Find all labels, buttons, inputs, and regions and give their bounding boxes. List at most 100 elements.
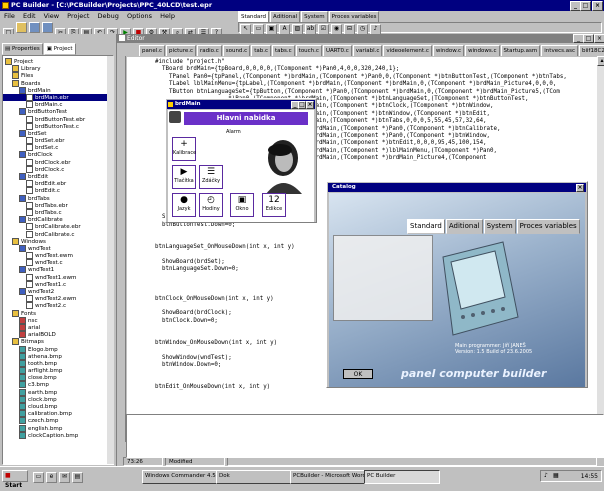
tree-node-form[interactable]: brdButtonTest	[3, 108, 113, 116]
tree-node-bitmap[interactable]: arflight.bmp	[3, 367, 113, 375]
catalog-ok-button[interactable]: OK	[343, 369, 373, 379]
tree-node-bitmap[interactable]: close.bmp	[3, 374, 113, 382]
tree-node-folder[interactable]: Bitmaps	[3, 338, 113, 346]
tree-node-form[interactable]: brdEdit	[3, 173, 113, 180]
menu-view[interactable]: View	[44, 12, 59, 20]
brdmain-close-button[interactable]: ×	[306, 101, 314, 109]
menu-options[interactable]: Options	[127, 12, 152, 20]
maximize-button[interactable]: □	[580, 1, 591, 11]
file-tab[interactable]: intvecs.asc	[541, 45, 578, 56]
tree-node-folder[interactable]: Library	[3, 65, 113, 73]
catalog-tab-proces-variables[interactable]: Proces variables	[516, 219, 580, 234]
menu-file[interactable]: File	[4, 12, 15, 20]
task-windows-commander[interactable]: Windows Commander 4.50...	[142, 470, 218, 484]
tree-node-file[interactable]: brdCalibrate.c	[3, 230, 113, 238]
tab-project[interactable]: ▣ Project	[43, 43, 76, 55]
tree-node-bitmap[interactable]: tooth.bmp	[3, 359, 113, 367]
task-pcbuilder-word[interactable]: PCBuilder - Microsoft Word	[290, 470, 366, 484]
file-tab[interactable]: window.c	[432, 45, 464, 56]
code-scrollbar[interactable]: ▴ ▾	[597, 56, 604, 442]
tree-node-file[interactable]: brdTabs.c	[3, 208, 113, 216]
tree-node-form[interactable]: brdSet	[3, 129, 113, 137]
catalog-tab-standard[interactable]: Standard	[407, 219, 445, 234]
tree-node-file[interactable]: brdButtonTest.c	[3, 122, 113, 130]
menu-debug[interactable]: Debug	[97, 12, 118, 20]
tree-node-file[interactable]: brdCalibrate.ebr	[3, 223, 113, 231]
catalog-tab-aditional[interactable]: Aditional	[445, 219, 483, 234]
tree-node-bitmap[interactable]: Elogo.bmp	[3, 345, 113, 353]
tree-node-file[interactable]: brdButtonTest.ebr	[3, 115, 113, 123]
file-tab[interactable]: sound.c	[222, 45, 251, 56]
desktop-icon[interactable]: ▭	[33, 472, 44, 483]
file-tab[interactable]: UART0.c	[322, 45, 352, 56]
browser-icon[interactable]: e	[46, 472, 57, 483]
tree-node-font[interactable]: nsc	[3, 316, 113, 324]
tree-node-file[interactable]: brdEdit.ebr	[3, 180, 113, 188]
tree-node-bitmap[interactable]: clockCaption.bmp	[3, 431, 113, 439]
tree-node-file[interactable]: brdSet.c	[3, 144, 113, 152]
okno-button[interactable]: ▣ Okno	[230, 193, 254, 217]
tree-node-file[interactable]: wndTest1.ewm	[3, 273, 113, 281]
tlacitka-button[interactable]: ▶ Tlačítka	[172, 165, 196, 189]
tree-node-file[interactable]: wndTest2.c	[3, 302, 113, 310]
tree-node-form[interactable]: brdTabs	[3, 194, 113, 202]
tree-node-file[interactable]: wndTest.c	[3, 259, 113, 267]
menu-project[interactable]: Project	[67, 12, 89, 20]
tree-node-bitmap[interactable]: cloud.bmp	[3, 403, 113, 410]
jazyk-button[interactable]: ● Jazyk	[172, 193, 196, 217]
task-pc-builder[interactable]: PC Builder	[364, 470, 440, 484]
tree-node-file[interactable]: brdTabs.ebr	[3, 201, 113, 209]
menu-help[interactable]: Help	[160, 12, 175, 20]
tree-node-file[interactable]: brdEdit.c	[3, 187, 113, 195]
tree-node-form[interactable]: wndTest	[3, 244, 113, 252]
tree-node-file[interactable]: brdClock.c	[3, 165, 113, 173]
tree-node-file[interactable]: wndTest.ewm	[3, 252, 113, 260]
file-tab[interactable]: radio.c	[197, 45, 222, 56]
tree-node-folder[interactable]: Boards	[3, 79, 113, 87]
tab-properties[interactable]: ▤ Properties	[2, 43, 43, 55]
mail-icon[interactable]: ✉	[59, 472, 70, 483]
catalog-tab-system[interactable]: System	[483, 219, 516, 234]
tree-node-font[interactable]: arial	[3, 323, 113, 331]
tree-node-bitmap[interactable]: c3.bmp	[3, 381, 113, 389]
file-tab[interactable]: tab.c	[251, 45, 271, 56]
tree-node-bitmap[interactable]: clock.bmp	[3, 395, 113, 403]
edikce-button[interactable]: 12 Edikce	[262, 193, 286, 217]
tree-node-bitmap[interactable]: earth.bmp	[3, 388, 113, 396]
tray-volume-icon[interactable]: ♪	[544, 472, 548, 479]
tree-node-form[interactable]: wndTest2	[3, 288, 113, 295]
catalog-close-button[interactable]: ×	[576, 184, 584, 192]
tree-node-bitmap[interactable]: calibration.bmp	[3, 410, 113, 418]
left-scrollbar[interactable]	[107, 56, 114, 464]
project-tree[interactable]: Project Library Files Boards brdMain brdMain.…	[2, 55, 114, 465]
brdmain-maximize-button[interactable]: □	[298, 101, 306, 109]
file-tab[interactable]: biif18C2.h	[579, 45, 604, 56]
tree-node-file[interactable]: brdMain.c	[3, 101, 113, 109]
file-tab[interactable]: picture.c	[166, 45, 197, 56]
close-button[interactable]: ×	[592, 1, 603, 11]
tree-node-file[interactable]: brdSet.ebr	[3, 137, 113, 145]
open-icon[interactable]	[16, 22, 27, 33]
zdacky-button[interactable]: ☰ Zdáčky	[199, 165, 223, 189]
file-tab[interactable]: touch.c	[295, 45, 322, 56]
tree-node-font[interactable]: arialBOLD	[3, 331, 113, 339]
tree-node-folder[interactable]: Project	[3, 58, 113, 65]
tray-network-icon[interactable]: ▦	[553, 472, 559, 479]
menu-edit[interactable]: Edit	[23, 12, 36, 20]
tree-node-bitmap[interactable]: english.bmp	[3, 424, 113, 432]
editor-close-button[interactable]: ×	[594, 34, 604, 43]
tree-node-form[interactable]: brdClock	[3, 151, 113, 159]
file-tab[interactable]: variabl.c	[352, 45, 383, 56]
tree-node-folder[interactable]: Files	[3, 72, 113, 80]
editor-maximize-button[interactable]: □	[583, 34, 594, 43]
tree-node-file[interactable]: brdClock.ebr	[3, 158, 113, 166]
file-tab[interactable]: videoelement.c	[383, 45, 432, 56]
tree-node-bitmap[interactable]: czech.bmp	[3, 417, 113, 425]
task-dok[interactable]: Dok	[216, 470, 292, 484]
tree-node-folder[interactable]: Fonts	[3, 309, 113, 317]
tree-node-file[interactable]: wndTest2.ewm	[3, 295, 113, 303]
tree-node-folder[interactable]: Windows	[3, 237, 113, 245]
tree-node-form[interactable]: wndTest1	[3, 266, 113, 274]
tree-node-form[interactable]: brdMain	[3, 86, 113, 94]
kalibrace-button[interactable]: + Kalibrace	[172, 137, 196, 161]
